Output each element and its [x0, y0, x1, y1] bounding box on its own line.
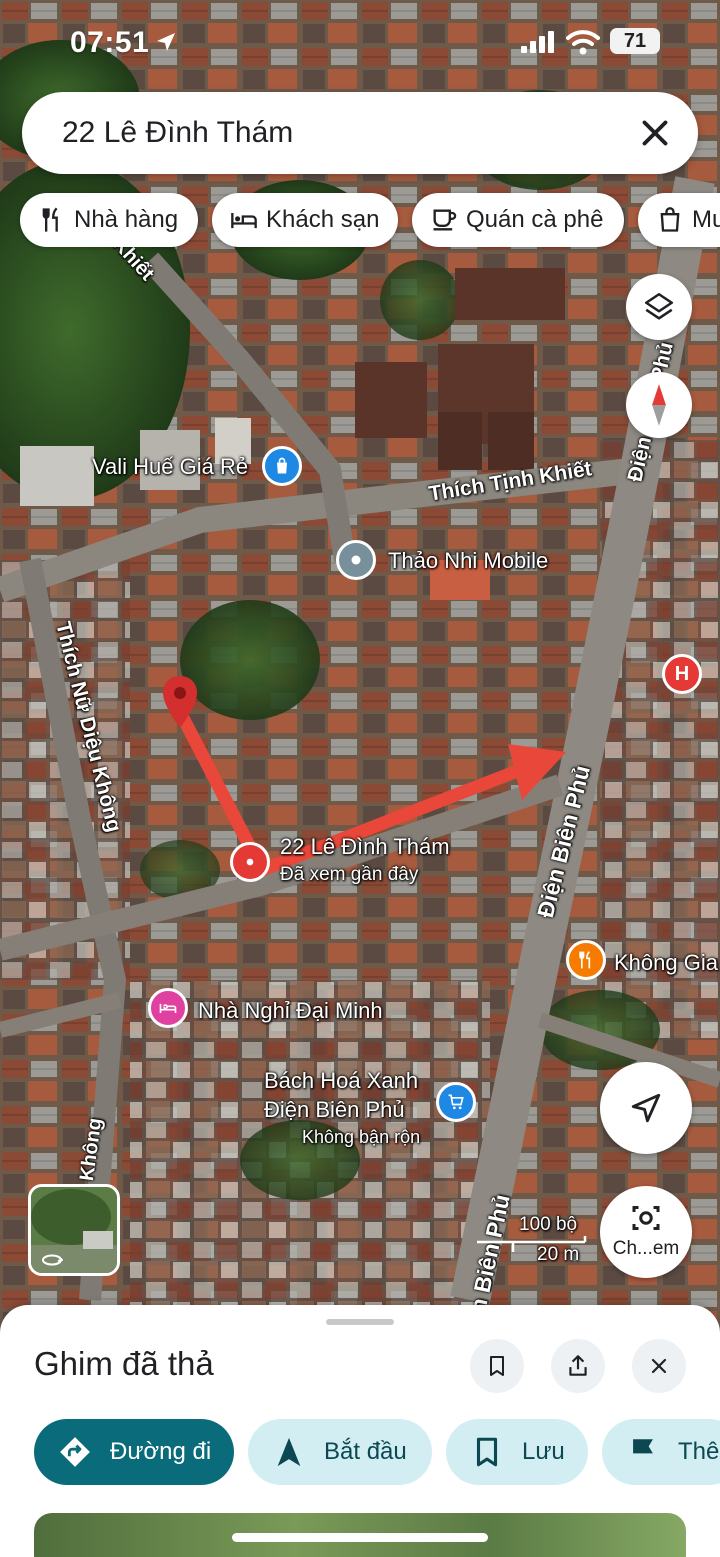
lodging-icon[interactable] — [148, 988, 188, 1028]
dropped-pin-icon[interactable] — [160, 674, 200, 730]
poi-sublabel-recent: Đã xem gần đây — [280, 864, 419, 885]
compass-icon — [652, 384, 666, 426]
location-arrow-icon — [157, 33, 175, 51]
sheet-drag-handle[interactable] — [326, 1319, 394, 1325]
poi-status-bach-hoa: Không bận rộn — [302, 1127, 421, 1147]
directions-label: Đường đi — [110, 1438, 212, 1465]
restaurant-icon[interactable] — [566, 940, 606, 980]
camera-search-button[interactable]: Ch...em — [600, 1186, 692, 1278]
chip-label: Quán cà phê — [466, 206, 604, 233]
chip-coffee[interactable]: Quán cà phê — [412, 193, 624, 247]
coffee-icon — [433, 209, 457, 231]
chip-label: Nhà hàng — [74, 206, 179, 233]
poi-label-bach-hoa-1[interactable]: Bách Hoá Xanh — [264, 1068, 418, 1094]
status-bar: 07:51 71 — [0, 18, 720, 68]
more-button[interactable]: Thên — [602, 1419, 720, 1485]
wifi-icon — [566, 30, 600, 55]
shopping-bag-icon — [660, 207, 680, 232]
scale-feet: 100 bộ — [519, 1214, 578, 1235]
bookmark-icon — [490, 1356, 504, 1376]
bookmark-button[interactable] — [470, 1339, 524, 1393]
place-marker-icon[interactable] — [336, 540, 376, 580]
map-scale: 100 bộ 20 m — [475, 1214, 587, 1266]
camera-search-label: Ch...em — [612, 1238, 680, 1259]
chip-label: Mu — [692, 206, 720, 233]
hospital-glyph: H — [674, 662, 690, 685]
share-button[interactable] — [551, 1339, 605, 1393]
camera-lens-icon — [632, 1206, 660, 1230]
shopping-cart-icon[interactable] — [436, 1082, 476, 1122]
more-label: Thên — [678, 1438, 720, 1465]
status-time: 07:51 — [70, 26, 150, 59]
poi-label-bach-hoa-2[interactable]: Điện Biên Phủ — [264, 1097, 405, 1123]
search-bar[interactable]: 22 Lê Đình Thám — [22, 92, 698, 174]
layers-icon — [644, 292, 674, 320]
start-button[interactable]: Bắt đầu — [248, 1419, 432, 1485]
close-sheet-button[interactable] — [632, 1339, 686, 1393]
street-view-rotate-icon — [42, 1254, 63, 1266]
hospital-icon[interactable]: H — [662, 654, 702, 694]
share-icon — [569, 1355, 587, 1376]
category-chips: Nhà hàng Khách sạn Quán cà phê Mu — [20, 193, 720, 249]
chip-restaurants[interactable]: Nhà hàng — [20, 193, 198, 247]
poi-label-vali[interactable]: Vali Huế Giá Rẻ — [92, 454, 248, 480]
navigation-start-icon — [277, 1437, 301, 1467]
chip-shopping[interactable]: Mu — [638, 193, 720, 247]
bookmark-icon — [476, 1437, 498, 1467]
chip-label: Khách sạn — [266, 206, 380, 233]
search-query[interactable]: 22 Lê Đình Thám — [62, 116, 293, 150]
battery-indicator: 71 — [610, 28, 660, 54]
poi-label-thao-nhi[interactable]: Thảo Nhi Mobile — [388, 548, 548, 574]
save-button[interactable]: Lưu — [446, 1419, 588, 1485]
compass-button[interactable] — [626, 372, 692, 438]
directions-icon — [60, 1437, 90, 1467]
poi-label-22-le-dinh-tham[interactable]: 22 Lê Đình Thám — [280, 834, 450, 860]
hotel-icon — [231, 213, 257, 229]
directions-button[interactable]: Đường đi — [34, 1419, 234, 1485]
recent-place-icon[interactable] — [230, 842, 270, 882]
street-view-thumbnail[interactable] — [28, 1184, 120, 1276]
cellular-signal-icon — [521, 31, 554, 53]
place-sheet[interactable]: Ghim đã thả Đường đi Bắt đầu Lưu Thên — [0, 1305, 720, 1557]
save-label: Lưu — [522, 1438, 565, 1465]
restaurant-icon — [42, 207, 58, 232]
home-indicator[interactable] — [232, 1533, 488, 1542]
close-icon — [651, 1358, 667, 1374]
poi-label-nha-nghi[interactable]: Nhà Nghỉ Đại Minh — [198, 998, 383, 1024]
start-label: Bắt đầu — [324, 1438, 407, 1465]
layers-button[interactable] — [626, 274, 692, 340]
navigation-arrow-icon — [631, 1093, 661, 1123]
sheet-title: Ghim đã thả — [34, 1345, 214, 1382]
poi-label-khong-gia[interactable]: Không Gia — [614, 950, 718, 976]
close-icon[interactable] — [634, 112, 676, 154]
my-location-button[interactable] — [600, 1062, 692, 1154]
shopping-bag-icon[interactable] — [262, 446, 302, 486]
flag-icon — [633, 1439, 653, 1465]
chip-hotels[interactable]: Khách sạn — [212, 193, 398, 247]
